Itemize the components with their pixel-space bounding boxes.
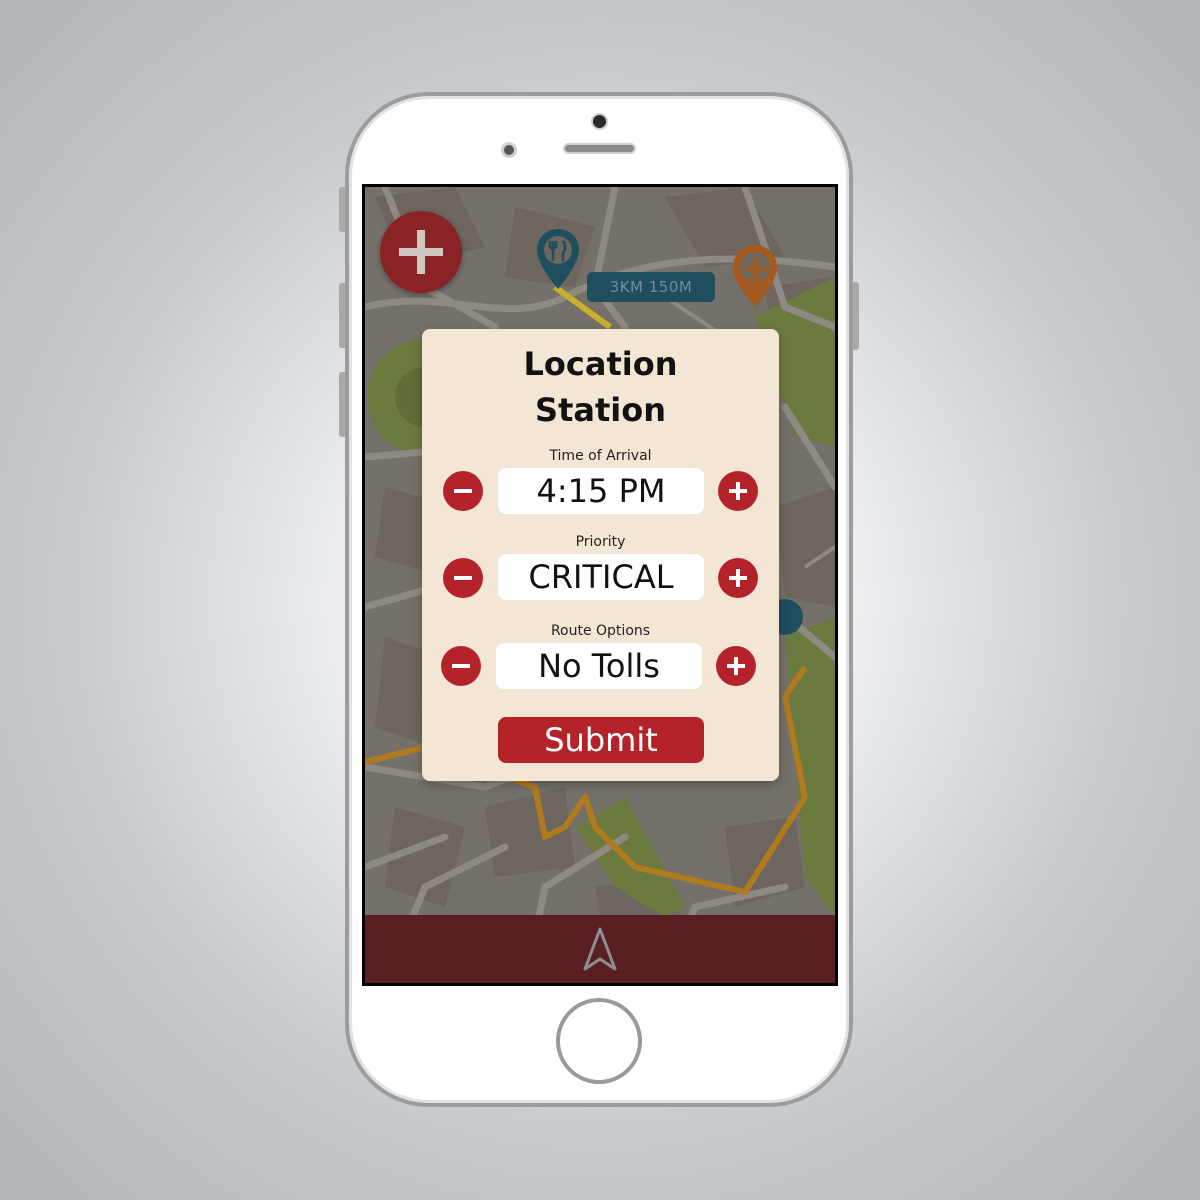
- earpiece-speaker: [563, 143, 636, 154]
- priority-increase-button[interactable]: [718, 558, 758, 598]
- dialog-title: Location Station: [422, 341, 779, 433]
- restaurant-pin[interactable]: [535, 227, 581, 293]
- bottom-nav-bar: [365, 915, 835, 983]
- plus-icon: [729, 482, 747, 500]
- plus-icon: [727, 657, 745, 675]
- arrival-increase-button[interactable]: [718, 471, 758, 511]
- route-increase-button[interactable]: [716, 646, 756, 686]
- dialog-title-line2: Station: [535, 391, 666, 429]
- plus-icon: [399, 230, 443, 274]
- priority-label: Priority: [575, 534, 626, 550]
- minus-icon: [452, 664, 470, 668]
- priority-decrease-button[interactable]: [443, 558, 483, 598]
- priority-field[interactable]: CRITICAL: [498, 554, 704, 600]
- minus-icon: [454, 489, 472, 493]
- arrival-decrease-button[interactable]: [443, 471, 483, 511]
- arrival-label: Time of Arrival: [549, 448, 652, 464]
- proximity-sensor: [501, 142, 517, 158]
- submit-button[interactable]: Submit: [498, 717, 704, 763]
- airport-pin[interactable]: [731, 243, 779, 311]
- plus-icon: [729, 569, 747, 587]
- home-button[interactable]: [556, 998, 642, 1084]
- arrival-time-field[interactable]: 4:15 PM: [498, 468, 704, 514]
- route-options-label: Route Options: [550, 623, 651, 639]
- front-camera: [591, 113, 608, 130]
- location-dialog: Location Station Time of Arrival 4:15 PM…: [422, 329, 779, 781]
- navigation-arrow-icon[interactable]: [582, 926, 618, 972]
- phone-screen: 3KM 150M Location Station Time of Arriva…: [362, 184, 838, 986]
- dialog-title-line1: Location: [523, 345, 678, 383]
- distance-badge: 3KM 150M: [587, 272, 715, 302]
- minus-icon: [454, 576, 472, 580]
- add-button[interactable]: [380, 211, 462, 293]
- route-options-field[interactable]: No Tolls: [496, 643, 702, 689]
- route-decrease-button[interactable]: [441, 646, 481, 686]
